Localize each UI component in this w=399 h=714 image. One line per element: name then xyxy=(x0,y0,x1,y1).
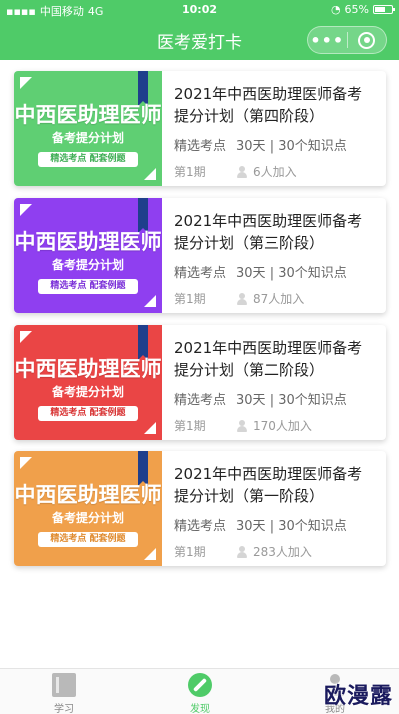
battery-icon xyxy=(373,5,395,14)
tab-study[interactable]: 学习 xyxy=(24,673,104,714)
joined-count: 283人加入 xyxy=(253,545,312,559)
target-icon xyxy=(358,31,376,49)
course-duration: 30天 xyxy=(236,266,266,281)
status-bar: ▪▪▪▪ 中国移动 4G 10:02 ◔ 65% xyxy=(0,0,399,20)
nav-bar: 医考爱打卡 ••• xyxy=(0,20,399,60)
watermark: 欧漫露 xyxy=(323,684,393,709)
tab-discover[interactable]: 发现 xyxy=(160,673,240,714)
tab-label: 发现 xyxy=(190,704,210,714)
course-cover: 中西医助理医师 备考提分计划 精选考点 配套例题 xyxy=(14,71,162,186)
wifi-icon: ◔ xyxy=(330,3,341,16)
course-duration: 30天 xyxy=(236,519,266,534)
course-period: 第1期 xyxy=(174,165,206,179)
tab-label: 学习 xyxy=(54,704,74,714)
course-points: 精选考点 xyxy=(174,393,227,408)
course-card[interactable]: 中西医助理医师 备考提分计划 精选考点 配套例题 2021年中西医助理医师备考提… xyxy=(14,451,386,566)
course-period: 第1期 xyxy=(174,419,206,433)
cover-sub-title: 备考提分计划 xyxy=(51,511,124,525)
course-points: 精选考点 xyxy=(174,519,227,534)
cover-sub-title: 备考提分计划 xyxy=(51,131,124,145)
bookmark-icon xyxy=(138,71,148,106)
cover-sub-title: 备考提分计划 xyxy=(51,385,124,399)
mini-program-capsule: ••• xyxy=(307,26,387,54)
book-icon xyxy=(52,673,76,697)
cover-tags: 精选考点 配套例题 xyxy=(38,406,138,421)
bookmark-icon xyxy=(138,198,148,233)
course-cover: 中西医助理医师 备考提分计划 精选考点 配套例题 xyxy=(14,198,162,313)
more-button[interactable]: ••• xyxy=(308,31,347,50)
joined-count: 170人加入 xyxy=(253,419,312,433)
person-icon xyxy=(236,165,248,178)
cover-sub-title: 备考提分计划 xyxy=(51,258,124,272)
course-period: 第1期 xyxy=(174,545,206,559)
course-card[interactable]: 中西医助理医师 备考提分计划 精选考点 配套例题 2021年中西医助理医师备考提… xyxy=(14,198,386,313)
person-icon xyxy=(236,419,248,432)
cover-tags: 精选考点 配套例题 xyxy=(38,279,138,294)
person-icon xyxy=(236,292,248,305)
close-button[interactable] xyxy=(348,31,387,49)
compass-icon xyxy=(188,673,212,697)
course-cover: 中西医助理医师 备考提分计划 精选考点 配套例题 xyxy=(14,451,162,566)
bookmark-icon xyxy=(138,325,148,360)
joined-count: 6人加入 xyxy=(253,165,297,179)
person-icon xyxy=(236,545,248,558)
course-knowledge: 30个知识点 xyxy=(278,519,347,534)
course-title: 2021年中西医助理医师备考提分计划（第三阶段） xyxy=(174,212,363,252)
cover-tags: 精选考点 配套例题 xyxy=(38,532,138,547)
course-points: 精选考点 xyxy=(174,139,227,154)
course-duration: 30天 xyxy=(236,139,266,154)
course-title: 2021年中西医助理医师备考提分计划（第二阶段） xyxy=(174,339,363,379)
course-duration: 30天 xyxy=(236,393,266,408)
course-period: 第1期 xyxy=(174,292,206,306)
cover-main-title: 中西医助理医师 xyxy=(14,103,162,127)
course-title: 2021年中西医助理医师备考提分计划（第四阶段） xyxy=(174,85,363,125)
course-knowledge: 30个知识点 xyxy=(278,266,347,281)
cover-tags: 精选考点 配套例题 xyxy=(38,152,138,167)
cover-main-title: 中西医助理医师 xyxy=(14,357,162,381)
joined-count: 87人加入 xyxy=(253,292,305,306)
bookmark-icon xyxy=(138,451,148,486)
course-knowledge: 30个知识点 xyxy=(278,139,347,154)
cover-main-title: 中西医助理医师 xyxy=(14,483,162,507)
course-title: 2021年中西医助理医师备考提分计划（第一阶段） xyxy=(174,465,363,505)
course-points: 精选考点 xyxy=(174,266,227,281)
course-knowledge: 30个知识点 xyxy=(278,393,347,408)
course-cover: 中西医助理医师 备考提分计划 精选考点 配套例题 xyxy=(14,325,162,440)
course-card[interactable]: 中西医助理医师 备考提分计划 精选考点 配套例题 2021年中西医助理医师备考提… xyxy=(14,325,386,440)
battery-percent: 65% xyxy=(344,3,369,16)
cover-main-title: 中西医助理医师 xyxy=(14,230,162,254)
course-card[interactable]: 中西医助理医师 备考提分计划 精选考点 配套例题 2021年中西医助理医师备考提… xyxy=(14,71,386,186)
